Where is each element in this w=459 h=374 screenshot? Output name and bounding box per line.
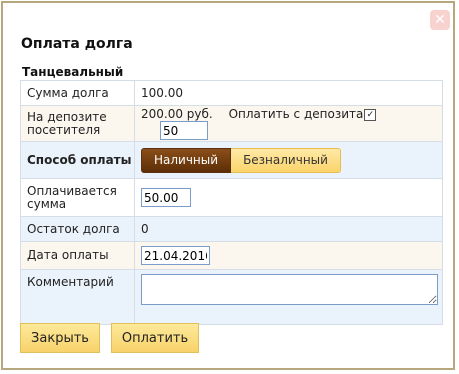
payment-method-cashless[interactable]: Безналичный bbox=[231, 147, 341, 173]
payment-dialog: ✕ Оплата долга Танцевальный Сумма долга … bbox=[1, 1, 455, 370]
payment-method-toggle: Наличный Безналичный bbox=[141, 147, 341, 173]
close-icon[interactable]: ✕ bbox=[430, 10, 450, 30]
debt-row: Сумма долга 100.00 bbox=[20, 80, 443, 106]
comment-textarea[interactable] bbox=[141, 274, 438, 305]
pay-from-deposit-checkbox[interactable]: ✓ bbox=[364, 109, 377, 121]
pay-button[interactable]: Оплатить bbox=[111, 323, 199, 353]
paid-amount-label: Оплачивается сумма bbox=[20, 178, 135, 217]
payment-method-label: Способ оплаты bbox=[20, 141, 135, 179]
dialog-title: Оплата долга bbox=[21, 36, 133, 52]
deposit-amount-input[interactable] bbox=[160, 121, 208, 140]
payment-method-cash[interactable]: Наличный bbox=[141, 147, 232, 173]
deposit-value: 200.00 руб. bbox=[141, 107, 213, 121]
payment-form: Сумма долга 100.00 На депозите посетител… bbox=[20, 80, 443, 325]
close-button[interactable]: Закрыть bbox=[20, 323, 100, 353]
deposit-label: На депозите посетителя bbox=[20, 105, 135, 142]
debt-label: Сумма долга bbox=[20, 80, 135, 106]
dialog-subtitle: Танцевальный bbox=[22, 65, 124, 79]
comment-label: Комментарий bbox=[20, 269, 135, 325]
comment-row: Комментарий bbox=[20, 269, 443, 325]
paid-amount-input[interactable] bbox=[141, 188, 191, 207]
date-row: Дата оплаты bbox=[20, 241, 443, 270]
remainder-value: 0 bbox=[134, 216, 443, 242]
date-label: Дата оплаты bbox=[20, 241, 135, 270]
pay-from-deposit-label: Оплатить с депозита bbox=[228, 107, 364, 121]
remainder-label: Остаток долга bbox=[20, 216, 135, 242]
payment-method-row: Способ оплаты Наличный Безналичный bbox=[20, 141, 443, 179]
paid-amount-row: Оплачивается сумма bbox=[20, 178, 443, 217]
deposit-row: На депозите посетителя 200.00 руб. Оплат… bbox=[20, 105, 443, 142]
debt-value: 100.00 bbox=[134, 80, 443, 106]
date-input[interactable] bbox=[141, 246, 210, 265]
remainder-row: Остаток долга 0 bbox=[20, 216, 443, 242]
